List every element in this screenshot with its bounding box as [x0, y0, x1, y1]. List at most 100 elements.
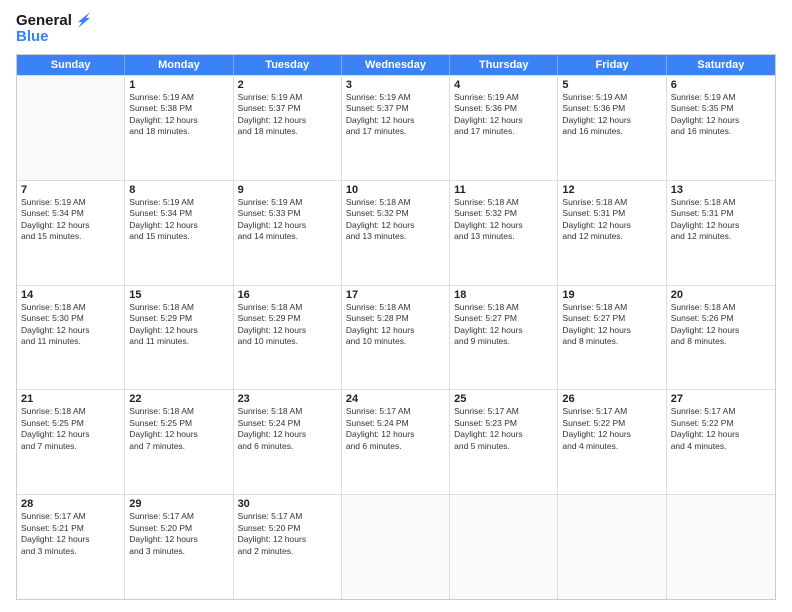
day-number: 16: [238, 289, 337, 301]
day-number: 12: [562, 184, 661, 196]
day-cell-23: 23Sunrise: 5:18 AM Sunset: 5:24 PM Dayli…: [234, 390, 342, 494]
day-cell-2: 2Sunrise: 5:19 AM Sunset: 5:37 PM Daylig…: [234, 76, 342, 180]
day-cell-20: 20Sunrise: 5:18 AM Sunset: 5:26 PM Dayli…: [667, 286, 775, 390]
day-info: Sunrise: 5:18 AM Sunset: 5:32 PM Dayligh…: [346, 197, 445, 243]
empty-cell-0-0: [17, 76, 125, 180]
calendar-body: 1Sunrise: 5:19 AM Sunset: 5:38 PM Daylig…: [17, 75, 775, 599]
page: General Blue SundayMondayTuesdayWednesda…: [0, 0, 792, 612]
day-number: 25: [454, 393, 553, 405]
day-info: Sunrise: 5:18 AM Sunset: 5:24 PM Dayligh…: [238, 406, 337, 452]
day-info: Sunrise: 5:18 AM Sunset: 5:27 PM Dayligh…: [562, 302, 661, 348]
day-cell-9: 9Sunrise: 5:19 AM Sunset: 5:33 PM Daylig…: [234, 181, 342, 285]
day-cell-12: 12Sunrise: 5:18 AM Sunset: 5:31 PM Dayli…: [558, 181, 666, 285]
logo: General Blue: [16, 12, 92, 46]
day-number: 13: [671, 184, 771, 196]
logo-blue: Blue: [16, 28, 49, 46]
calendar-row-0: 1Sunrise: 5:19 AM Sunset: 5:38 PM Daylig…: [17, 75, 775, 180]
day-info: Sunrise: 5:18 AM Sunset: 5:29 PM Dayligh…: [129, 302, 228, 348]
day-cell-27: 27Sunrise: 5:17 AM Sunset: 5:22 PM Dayli…: [667, 390, 775, 494]
day-info: Sunrise: 5:19 AM Sunset: 5:33 PM Dayligh…: [238, 197, 337, 243]
day-number: 28: [21, 498, 120, 510]
empty-cell-4-4: [450, 495, 558, 599]
day-info: Sunrise: 5:17 AM Sunset: 5:21 PM Dayligh…: [21, 511, 120, 557]
header-day-monday: Monday: [125, 55, 233, 75]
calendar: SundayMondayTuesdayWednesdayThursdayFrid…: [16, 54, 776, 600]
day-number: 17: [346, 289, 445, 301]
day-cell-10: 10Sunrise: 5:18 AM Sunset: 5:32 PM Dayli…: [342, 181, 450, 285]
day-number: 3: [346, 79, 445, 91]
day-info: Sunrise: 5:17 AM Sunset: 5:23 PM Dayligh…: [454, 406, 553, 452]
day-cell-13: 13Sunrise: 5:18 AM Sunset: 5:31 PM Dayli…: [667, 181, 775, 285]
day-number: 6: [671, 79, 771, 91]
day-cell-24: 24Sunrise: 5:17 AM Sunset: 5:24 PM Dayli…: [342, 390, 450, 494]
day-cell-29: 29Sunrise: 5:17 AM Sunset: 5:20 PM Dayli…: [125, 495, 233, 599]
day-number: 15: [129, 289, 228, 301]
day-number: 22: [129, 393, 228, 405]
day-cell-11: 11Sunrise: 5:18 AM Sunset: 5:32 PM Dayli…: [450, 181, 558, 285]
header-day-saturday: Saturday: [667, 55, 775, 75]
day-number: 9: [238, 184, 337, 196]
empty-cell-4-5: [558, 495, 666, 599]
day-info: Sunrise: 5:19 AM Sunset: 5:36 PM Dayligh…: [454, 92, 553, 138]
day-cell-17: 17Sunrise: 5:18 AM Sunset: 5:28 PM Dayli…: [342, 286, 450, 390]
header-day-friday: Friday: [558, 55, 666, 75]
day-cell-6: 6Sunrise: 5:19 AM Sunset: 5:35 PM Daylig…: [667, 76, 775, 180]
calendar-row-2: 14Sunrise: 5:18 AM Sunset: 5:30 PM Dayli…: [17, 285, 775, 390]
day-number: 18: [454, 289, 553, 301]
day-number: 8: [129, 184, 228, 196]
day-cell-1: 1Sunrise: 5:19 AM Sunset: 5:38 PM Daylig…: [125, 76, 233, 180]
day-cell-30: 30Sunrise: 5:17 AM Sunset: 5:20 PM Dayli…: [234, 495, 342, 599]
day-cell-18: 18Sunrise: 5:18 AM Sunset: 5:27 PM Dayli…: [450, 286, 558, 390]
day-cell-15: 15Sunrise: 5:18 AM Sunset: 5:29 PM Dayli…: [125, 286, 233, 390]
day-info: Sunrise: 5:18 AM Sunset: 5:30 PM Dayligh…: [21, 302, 120, 348]
day-info: Sunrise: 5:19 AM Sunset: 5:37 PM Dayligh…: [346, 92, 445, 138]
day-info: Sunrise: 5:19 AM Sunset: 5:34 PM Dayligh…: [21, 197, 120, 243]
day-number: 20: [671, 289, 771, 301]
day-info: Sunrise: 5:18 AM Sunset: 5:25 PM Dayligh…: [21, 406, 120, 452]
day-info: Sunrise: 5:18 AM Sunset: 5:29 PM Dayligh…: [238, 302, 337, 348]
header-day-wednesday: Wednesday: [342, 55, 450, 75]
day-number: 5: [562, 79, 661, 91]
day-cell-22: 22Sunrise: 5:18 AM Sunset: 5:25 PM Dayli…: [125, 390, 233, 494]
day-number: 24: [346, 393, 445, 405]
empty-cell-4-3: [342, 495, 450, 599]
day-info: Sunrise: 5:18 AM Sunset: 5:31 PM Dayligh…: [671, 197, 771, 243]
day-cell-7: 7Sunrise: 5:19 AM Sunset: 5:34 PM Daylig…: [17, 181, 125, 285]
day-number: 29: [129, 498, 228, 510]
calendar-header: SundayMondayTuesdayWednesdayThursdayFrid…: [17, 55, 775, 75]
day-cell-4: 4Sunrise: 5:19 AM Sunset: 5:36 PM Daylig…: [450, 76, 558, 180]
day-cell-25: 25Sunrise: 5:17 AM Sunset: 5:23 PM Dayli…: [450, 390, 558, 494]
day-cell-21: 21Sunrise: 5:18 AM Sunset: 5:25 PM Dayli…: [17, 390, 125, 494]
day-number: 23: [238, 393, 337, 405]
day-info: Sunrise: 5:19 AM Sunset: 5:37 PM Dayligh…: [238, 92, 337, 138]
logo-icon: [74, 10, 92, 30]
day-info: Sunrise: 5:19 AM Sunset: 5:36 PM Dayligh…: [562, 92, 661, 138]
day-info: Sunrise: 5:17 AM Sunset: 5:22 PM Dayligh…: [562, 406, 661, 452]
day-cell-3: 3Sunrise: 5:19 AM Sunset: 5:37 PM Daylig…: [342, 76, 450, 180]
day-number: 7: [21, 184, 120, 196]
day-number: 4: [454, 79, 553, 91]
day-number: 2: [238, 79, 337, 91]
day-number: 14: [21, 289, 120, 301]
day-info: Sunrise: 5:17 AM Sunset: 5:22 PM Dayligh…: [671, 406, 771, 452]
day-info: Sunrise: 5:18 AM Sunset: 5:26 PM Dayligh…: [671, 302, 771, 348]
day-cell-28: 28Sunrise: 5:17 AM Sunset: 5:21 PM Dayli…: [17, 495, 125, 599]
day-number: 19: [562, 289, 661, 301]
day-info: Sunrise: 5:18 AM Sunset: 5:32 PM Dayligh…: [454, 197, 553, 243]
day-number: 26: [562, 393, 661, 405]
day-info: Sunrise: 5:19 AM Sunset: 5:38 PM Dayligh…: [129, 92, 228, 138]
empty-cell-4-6: [667, 495, 775, 599]
day-number: 10: [346, 184, 445, 196]
day-cell-5: 5Sunrise: 5:19 AM Sunset: 5:36 PM Daylig…: [558, 76, 666, 180]
day-cell-26: 26Sunrise: 5:17 AM Sunset: 5:22 PM Dayli…: [558, 390, 666, 494]
day-number: 30: [238, 498, 337, 510]
day-number: 27: [671, 393, 771, 405]
calendar-row-4: 28Sunrise: 5:17 AM Sunset: 5:21 PM Dayli…: [17, 494, 775, 599]
day-info: Sunrise: 5:18 AM Sunset: 5:25 PM Dayligh…: [129, 406, 228, 452]
calendar-row-3: 21Sunrise: 5:18 AM Sunset: 5:25 PM Dayli…: [17, 389, 775, 494]
day-info: Sunrise: 5:18 AM Sunset: 5:28 PM Dayligh…: [346, 302, 445, 348]
day-info: Sunrise: 5:18 AM Sunset: 5:27 PM Dayligh…: [454, 302, 553, 348]
day-cell-19: 19Sunrise: 5:18 AM Sunset: 5:27 PM Dayli…: [558, 286, 666, 390]
header-day-thursday: Thursday: [450, 55, 558, 75]
day-info: Sunrise: 5:19 AM Sunset: 5:34 PM Dayligh…: [129, 197, 228, 243]
